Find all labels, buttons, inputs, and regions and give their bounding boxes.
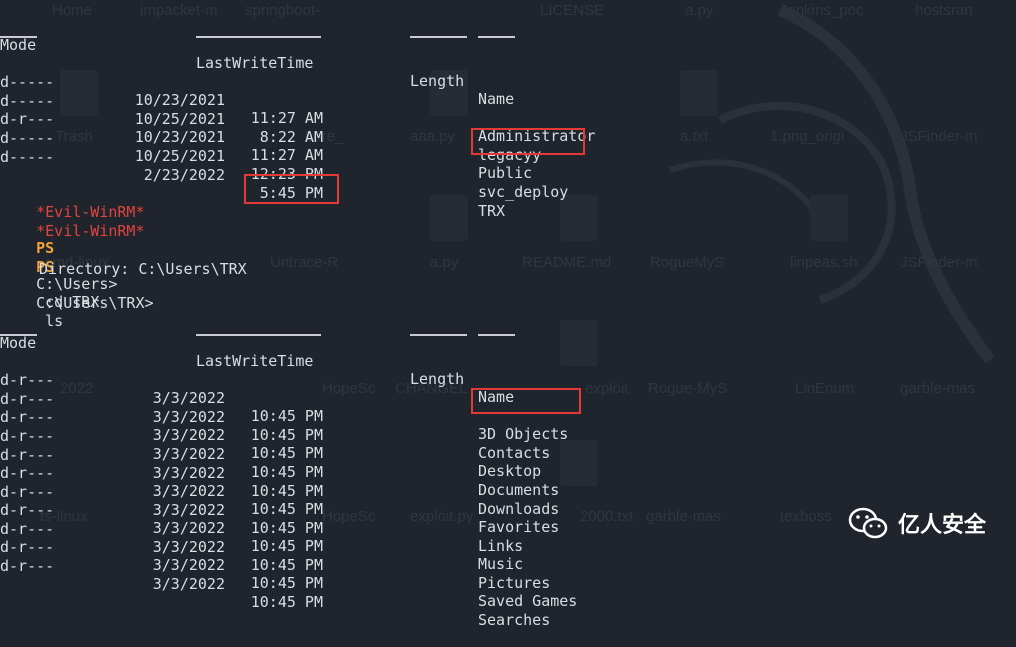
table-row: d-r--- 3/3/2022 10:45 PM Music [0,483,700,573]
header-mode: Mode [0,36,37,54]
header-underline [0,334,37,336]
row-name: Pictures [478,574,551,592]
header-mode: Mode [0,334,37,352]
row-name: Saved Games [478,592,578,610]
row-date: 2/23/2022 [143,166,225,184]
row-date: 3/3/2022 [152,556,225,574]
table-row: d----- 2/23/2022 5:45 PM TRX [0,130,700,220]
row-time: 10:45 PM [250,574,323,592]
terminal-output[interactable]: Mode LastWriteTime Length Name d----- 10… [0,0,1016,629]
table-row: d----- 10/25/2021 12:23 PM svc_deploy [0,111,700,201]
prompt-line: *Evil-WinRM* PS C:\Users> cd TRX [0,185,700,311]
evil-winrm-prompt: *Evil-WinRM* [36,222,145,240]
table-row: d-r--- 3/3/2022 10:45 PM Pictures [0,502,700,592]
table-row: d-r--- 3/3/2022 10:45 PM Links [0,465,700,555]
table-row: d-r--- 3/3/2022 10:45 PM Contacts [0,372,700,462]
header-underline [196,36,321,38]
listing-header: Mode LastWriteTime Length Name [0,18,700,108]
table-row: d-r--- 3/3/2022 10:45 PM Saved Games [0,520,700,610]
table-row: d-r--- 3/3/2022 10:45 PM Downloads [0,428,700,518]
prompt-path: C:\Users\TRX> [36,294,154,312]
table-row: d-r--- 3/3/2022 10:45 PM Favorites [0,446,700,536]
row-mode: d----- [0,148,55,166]
highlight-box-trx [471,128,585,155]
directory-line: Directory: C:\Users\TRX [39,260,247,278]
watermark-text: 亿人安全 [897,513,986,538]
header-underline [0,36,37,38]
row-date: 3/3/2022 [152,575,225,593]
prompt-line: *Evil-WinRM* PS C:\Users\TRX> ls [0,204,700,330]
row-time: 10:45 PM [250,556,323,574]
highlight-box-cd-trx [244,174,339,204]
header-underline [478,334,515,336]
table-row: d----- 10/25/2021 8:22 AM legacyy [0,74,700,164]
header-underline [196,334,321,336]
table-row: d-r--- 3/3/2022 10:45 PM 3D Objects [0,353,700,443]
table-row: d-r--- 3/3/2022 10:45 PM Searches [0,539,700,629]
row-time: 10:45 PM [250,593,323,611]
table-row: d-r--- 3/3/2022 10:45 PM Desktop [0,390,700,480]
row-date: 10/25/2021 [134,147,225,165]
row-mode: d-r--- [0,557,55,575]
header-underline [478,36,515,38]
wechat-icon [848,507,888,539]
table-row: d-r--- 10/23/2021 11:27 AM Public [0,92,700,182]
row-time: 11:27 AM [250,146,323,164]
row-name: Public [478,164,533,182]
table-row: d----- 10/23/2021 11:27 AM Administrator [0,55,700,145]
watermark: 亿人安全 [848,506,986,540]
header-underline [410,334,467,336]
header-underline [410,36,467,38]
table-row: d-r--- 3/3/2022 10:45 PM Documents [0,409,700,499]
row-name: Music [478,555,524,573]
row-name: Searches [478,611,551,629]
listing-header: Mode LastWriteTime Length Name [0,316,700,406]
